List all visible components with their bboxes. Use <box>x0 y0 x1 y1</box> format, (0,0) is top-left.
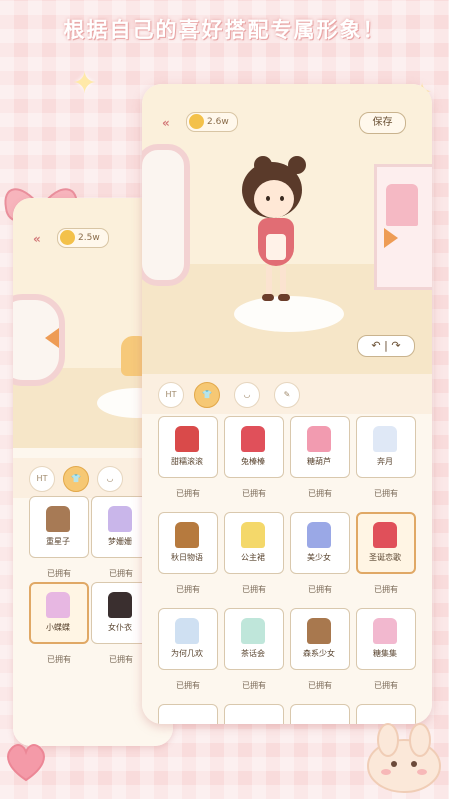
bunny-mascot-icon <box>367 723 441 793</box>
hair-bun-right <box>288 156 306 174</box>
outfit-image <box>241 426 265 452</box>
doll-leg <box>266 266 272 296</box>
outfit-image <box>307 426 331 452</box>
list-item[interactable] <box>356 704 416 724</box>
coin-balance: 2.5w <box>57 228 109 248</box>
outfit-image <box>373 522 397 548</box>
front-phone-screen: « 2.6w 保存 ↶ | ↷ HT 👕 ◡ ✎ 甜糯滚滚 已拥有 兔榛榛 已拥… <box>142 84 432 724</box>
undo-redo-control[interactable]: ↶ | ↷ <box>357 335 415 357</box>
coin-icon <box>189 114 204 129</box>
category-ht[interactable]: HT <box>158 382 184 408</box>
list-item[interactable]: 森系少女 已拥有 <box>290 608 350 694</box>
list-item[interactable]: 兔榛榛 已拥有 <box>224 416 284 502</box>
outfit-image <box>241 522 265 548</box>
doll-face <box>254 180 294 218</box>
next-arrow[interactable] <box>384 228 398 248</box>
category-bar: HT 👕 ◡ ✎ <box>142 374 432 414</box>
outfit-image <box>373 426 397 452</box>
doll-apron <box>266 234 286 260</box>
outfit-image <box>175 618 199 644</box>
back-arrow-icon[interactable]: « <box>162 116 170 130</box>
category-accessory-icon[interactable]: ✎ <box>274 382 300 408</box>
sparkle-icon: ✦ <box>72 66 98 101</box>
category-shirt-icon[interactable]: 👕 <box>63 466 89 492</box>
save-button[interactable]: 保存 <box>359 112 406 134</box>
coin-amount: 2.6w <box>207 117 229 127</box>
wardrobe-panel: HT 👕 ◡ ✎ 甜糯滚滚 已拥有 兔榛榛 已拥有 糖葫芦 已拥有 奔月 已拥有… <box>142 374 432 724</box>
doll-shoe <box>278 294 290 301</box>
list-item[interactable]: 秋日物语 已拥有 <box>158 512 218 598</box>
outfit-image <box>307 522 331 548</box>
headline: 根据自己的喜好搭配专属形象！ <box>63 18 386 42</box>
list-item[interactable]: 甜糯滚滚 已拥有 <box>158 416 218 502</box>
list-item[interactable] <box>224 704 284 724</box>
outfit-image <box>46 592 70 618</box>
list-item[interactable]: 糖葫芦 已拥有 <box>290 416 350 502</box>
outfit-image <box>175 426 199 452</box>
coin-amount: 2.5w <box>78 233 100 243</box>
list-item[interactable]: 糖集集 已拥有 <box>356 608 416 694</box>
prev-arrow[interactable] <box>45 328 59 348</box>
outfit-image <box>46 506 70 532</box>
list-item[interactable]: 茶话会 已拥有 <box>224 608 284 694</box>
list-item[interactable] <box>158 704 218 724</box>
outfit-image <box>373 618 397 644</box>
list-item[interactable] <box>290 704 350 724</box>
mirror <box>142 144 190 286</box>
back-arrow-icon[interactable]: « <box>33 232 41 246</box>
heart-icon <box>7 744 45 782</box>
list-item[interactable]: 重星子 已拥有 <box>29 496 89 582</box>
outfit-image <box>108 592 132 618</box>
list-item[interactable]: 小蝶蝶 已拥有 <box>29 582 89 668</box>
category-hair-icon[interactable]: ◡ <box>97 466 123 492</box>
coin-icon <box>60 230 75 245</box>
category-shirt-icon[interactable]: 👕 <box>194 382 220 408</box>
outfit-image <box>307 618 331 644</box>
coin-balance: 2.6w <box>186 112 238 132</box>
outfit-image <box>175 522 199 548</box>
doll-leg <box>280 266 286 296</box>
list-item[interactable]: 圣诞恋歌 已拥有 <box>356 512 416 598</box>
doll-shoe <box>262 294 274 301</box>
list-item[interactable]: 美少女 已拥有 <box>290 512 350 598</box>
category-hair-icon[interactable]: ◡ <box>234 382 260 408</box>
category-ht[interactable]: HT <box>29 466 55 492</box>
outfit-image <box>241 618 265 644</box>
list-item[interactable]: 为何几欢 已拥有 <box>158 608 218 694</box>
outfit-image <box>108 506 132 532</box>
hanging-dress <box>386 184 418 226</box>
stage-platform <box>234 296 344 332</box>
clothes-rack <box>374 164 432 290</box>
list-item[interactable]: 公主裙 已拥有 <box>224 512 284 598</box>
list-item[interactable]: 奔月 已拥有 <box>356 416 416 502</box>
doll-eye <box>266 196 270 201</box>
doll-eye <box>280 196 284 201</box>
hair-bun-left <box>254 156 272 174</box>
